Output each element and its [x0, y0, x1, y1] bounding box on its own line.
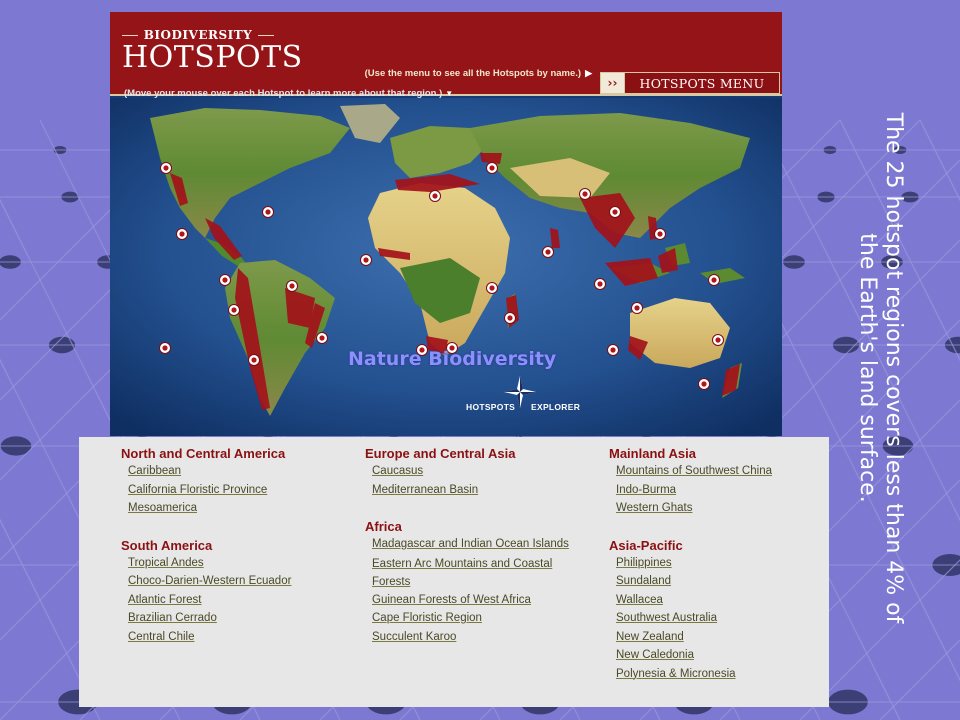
hotspot-marker-dot — [489, 285, 495, 291]
hotspots-menu-label: HOTSPOTS MENU — [639, 75, 765, 91]
hotspot-link[interactable]: Polynesia & Micronesia — [616, 666, 772, 685]
hotspot-marker-dot — [163, 165, 169, 171]
region-heading: Africa — [365, 519, 402, 534]
hotspots-map-panel: BIODIVERSITY HOTSPOTS (Use the menu to s… — [110, 12, 782, 436]
biodiversity-hotspots-logo: BIODIVERSITY HOTSPOTS — [122, 28, 303, 75]
hotspot-marker-dot — [251, 357, 257, 363]
side-caption: The 25 hotspot regions covers less than … — [850, 98, 906, 638]
list-column-americas: North and Central America Caribbean Cali… — [121, 445, 291, 647]
hotspots-explorer-logo: HOTSPOTS EXPLORER — [466, 372, 586, 422]
double-chevron-right-icon: ›› — [601, 73, 625, 93]
hotspot-marker-dot — [610, 347, 616, 353]
hotspot-link[interactable]: New Zealand — [616, 629, 772, 648]
hotspot-link[interactable]: Choco-Darien-Western Ecuador — [128, 573, 291, 592]
list-column-asia: Mainland Asia Mountains of Southwest Chi… — [609, 445, 772, 684]
hotspot-marker-dot — [231, 307, 237, 313]
hotspot-link[interactable]: Sundaland — [616, 573, 772, 592]
hotspot-link[interactable]: Philippines — [616, 555, 772, 574]
hotspot-marker-dot — [545, 249, 551, 255]
hotspot-link[interactable]: California Floristic Province — [128, 482, 291, 501]
hotspot-marker-dot — [432, 193, 438, 199]
hotspot-marker-dot — [582, 191, 588, 197]
caption-text: The 25 hotspot regions covers less than … — [855, 112, 906, 624]
hotspot-link[interactable]: Brazilian Cerrado — [128, 610, 291, 629]
hotspot-list-panel: North and Central America Caribbean Cali… — [79, 437, 829, 707]
hotspot-link[interactable]: Central Chile — [128, 629, 291, 648]
hotspot-marker-dot — [289, 283, 295, 289]
region-heading: Europe and Central Asia — [365, 446, 516, 461]
menu-hint-text: (Use the menu to see all the Hotspots by… — [364, 68, 582, 79]
region-heading: Mainland Asia — [609, 446, 696, 461]
hotspot-link[interactable]: Cape Floristic Region — [372, 610, 581, 629]
hotspot-marker-dot — [657, 231, 663, 237]
hotspot-marker-dot — [701, 381, 707, 387]
hotspot-link[interactable]: Eastern Arc Mountains and Coastal Forest… — [365, 555, 581, 592]
hotspot-link[interactable]: Guinean Forests of West Africa — [372, 592, 581, 611]
map-header: BIODIVERSITY HOTSPOTS (Use the menu to s… — [110, 12, 782, 96]
region-heading: North and Central America — [121, 446, 286, 461]
hotspot-link[interactable]: Madagascar and Indian Ocean Islands — [372, 536, 581, 555]
hotspot-link[interactable]: Western Ghats — [616, 500, 772, 519]
hotspot-marker-dot — [711, 277, 717, 283]
triangle-right-icon: ▶ — [585, 68, 592, 78]
menu-hint: (Use the menu to see all the Hotspots by… — [365, 68, 592, 79]
hotspot-marker-dot — [489, 165, 495, 171]
hotspots-menu-button[interactable]: ›› HOTSPOTS MENU — [600, 72, 780, 94]
hotspot-marker-dot — [162, 345, 168, 351]
caret-down-icon: ▼ — [445, 89, 454, 98]
hotspot-marker-dot — [715, 337, 721, 343]
explorer-left-text: HOTSPOTS — [466, 402, 516, 412]
hotspot-marker-dot — [597, 281, 603, 287]
hotspot-marker-dot — [179, 231, 185, 237]
hotspot-link[interactable]: New Caledonia — [616, 647, 772, 666]
hotspot-link[interactable]: Tropical Andes — [128, 555, 291, 574]
hotspot-marker-dot — [222, 277, 228, 283]
hotspot-marker-dot — [612, 209, 618, 215]
region-heading: Asia-Pacific — [609, 537, 683, 553]
hotspot-link[interactable]: Southwest Australia — [616, 610, 772, 629]
logo-big-text: HOTSPOTS — [122, 40, 303, 75]
hotspot-marker-dot — [634, 305, 640, 311]
hotspot-link[interactable]: Mediterranean Basin — [372, 482, 581, 501]
hotspot-link[interactable]: Caribbean — [128, 463, 291, 482]
world-map — [110, 98, 782, 436]
hotspot-link[interactable]: Mountains of Southwest China — [616, 463, 772, 482]
explorer-right-text: EXPLORER — [531, 402, 581, 412]
hotspot-marker-dot — [265, 209, 271, 215]
hotspot-marker-dot — [363, 257, 369, 263]
region-heading: South America — [121, 537, 213, 553]
overlay-title: Nature Biodiversity — [348, 348, 557, 370]
hotspot-marker-dot — [507, 315, 513, 321]
hotspot-link[interactable]: Indo-Burma — [616, 482, 772, 501]
hotspot-link[interactable]: Atlantic Forest — [128, 592, 291, 611]
hotspot-marker-dot — [319, 335, 325, 341]
hotspot-link[interactable]: Wallacea — [616, 592, 772, 611]
list-column-europe-africa: Europe and Central Asia Caucasus Mediter… — [365, 445, 581, 647]
hotspot-link[interactable]: Caucasus — [372, 463, 581, 482]
hotspot-link[interactable]: Mesoamerica — [128, 500, 291, 519]
hotspot-link[interactable]: Succulent Karoo — [372, 629, 581, 648]
